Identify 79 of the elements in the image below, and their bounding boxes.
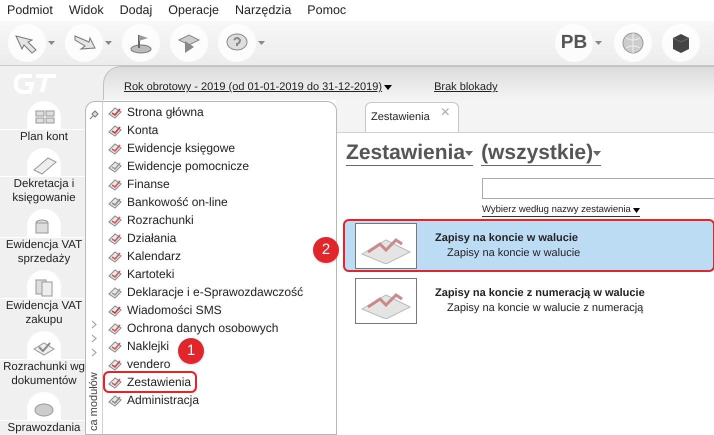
side-label: ca modułów [87, 371, 101, 431]
module-icon [108, 231, 122, 245]
module-icon [108, 249, 122, 263]
module-icon [108, 123, 122, 137]
chart-icon [355, 222, 417, 268]
module-menu-item[interactable]: Zestawienia [105, 373, 196, 391]
module-icon [108, 267, 122, 281]
search-field[interactable] [482, 178, 714, 199]
menu-item[interactable]: Dodaj [120, 1, 152, 20]
menu-item[interactable]: Operacje [168, 1, 219, 20]
module-icon [108, 159, 122, 173]
sort-link[interactable]: Wybierz według nazwy zestawienia [482, 204, 640, 217]
module-icon[interactable] [27, 331, 61, 359]
module-menu-item[interactable]: Wiadomości SMS [105, 301, 226, 319]
report-item[interactable]: Zapisy na koncie z numeracją w walucie Zapisy na koncie w walucie z numeracją [345, 276, 713, 325]
module-icon [108, 177, 122, 191]
caret-icon[interactable] [105, 41, 112, 45]
toolbar-button[interactable] [662, 24, 700, 62]
toolbar-button[interactable] [65, 24, 103, 62]
chart-icon [355, 278, 417, 324]
module-icon [108, 303, 122, 317]
module-icon [108, 105, 122, 119]
user-button[interactable]: PB [555, 24, 593, 62]
flag-icon [128, 32, 154, 54]
module-icon [108, 339, 122, 353]
module-icon[interactable] [27, 392, 61, 420]
module-menu-item[interactable]: Ewidencje pomocnicze [105, 157, 254, 175]
fiscal-year-dropdown[interactable]: Rok obrotowy - 2019 (od 01-01-2019 do 31-12-2019) [124, 79, 382, 96]
report-title: Zapisy na koncie z numeracją w walucie [435, 286, 645, 300]
lock-status-link[interactable]: Brak blokady [434, 79, 498, 96]
caret-icon [465, 150, 474, 156]
report-description: Zapisy na koncie w walucie [446, 246, 580, 260]
module-icon [108, 285, 122, 299]
module-menu-item[interactable]: Ochrona danych osobowych [105, 319, 282, 337]
module-icon [108, 375, 122, 389]
module-menu-item[interactable]: vendero [105, 355, 174, 373]
menu-item[interactable]: Narzędzia [235, 1, 292, 20]
module-menu-item[interactable]: Konta [105, 121, 162, 139]
pin-icon[interactable] [89, 110, 99, 120]
play-icon [176, 32, 202, 54]
menu-item[interactable]: Widok [68, 1, 104, 20]
module-menu-item[interactable]: Ewidencje księgowe [105, 139, 240, 157]
menu-item[interactable]: Pomoc [307, 1, 346, 20]
module-menu-item[interactable]: Kartoteki [105, 265, 178, 283]
module-menu-item[interactable]: Finanse [105, 175, 174, 193]
toolbar-button[interactable] [8, 24, 46, 62]
module-menu-item[interactable]: Działania [105, 229, 180, 247]
caret-icon [384, 85, 392, 90]
module-icon [108, 213, 122, 227]
module-icon [108, 393, 122, 407]
module-menu-item[interactable]: Kalendarz [105, 247, 186, 265]
module-icon[interactable] [27, 209, 61, 237]
module-menu-item[interactable]: Strona główna [105, 103, 208, 121]
globe-icon [620, 32, 646, 54]
caret-icon [593, 150, 602, 156]
toolbar-button[interactable] [122, 24, 160, 62]
module-icon [108, 141, 122, 155]
report-item[interactable]: Zapisy na koncie w walucie Zapisy na koncie w walucie [345, 221, 713, 270]
caret-icon[interactable] [48, 41, 55, 45]
module-menu-item[interactable]: Naklejki [105, 337, 174, 355]
module-menu-item[interactable]: Deklaracje i e-Sprawozdawczość [105, 283, 308, 301]
module-icon[interactable] [27, 101, 61, 129]
module-icon [108, 321, 122, 335]
module-menu-item[interactable]: Bankowość on-line [105, 193, 232, 211]
tab[interactable]: Zestawienia × [365, 102, 459, 132]
module-menu-item[interactable]: Administracja [105, 391, 204, 409]
caret-icon[interactable] [258, 41, 265, 45]
module-icon [108, 195, 122, 209]
module-icon[interactable] [27, 270, 61, 298]
module-icon [108, 357, 122, 371]
menu-item[interactable]: Podmiot [7, 1, 53, 20]
filter-dropdown[interactable]: (wszystkie) [481, 141, 602, 166]
caret-icon[interactable] [595, 41, 602, 45]
report-description: Zapisy na koncie w walucie z numeracją [446, 300, 644, 316]
module-icon[interactable] [27, 148, 61, 176]
category-dropdown[interactable]: Zestawienia [346, 141, 474, 166]
report-title: Zapisy na koncie w walucie [435, 230, 580, 246]
caret-icon [632, 208, 640, 212]
module-menu-item[interactable]: Rozrachunki [105, 211, 198, 229]
